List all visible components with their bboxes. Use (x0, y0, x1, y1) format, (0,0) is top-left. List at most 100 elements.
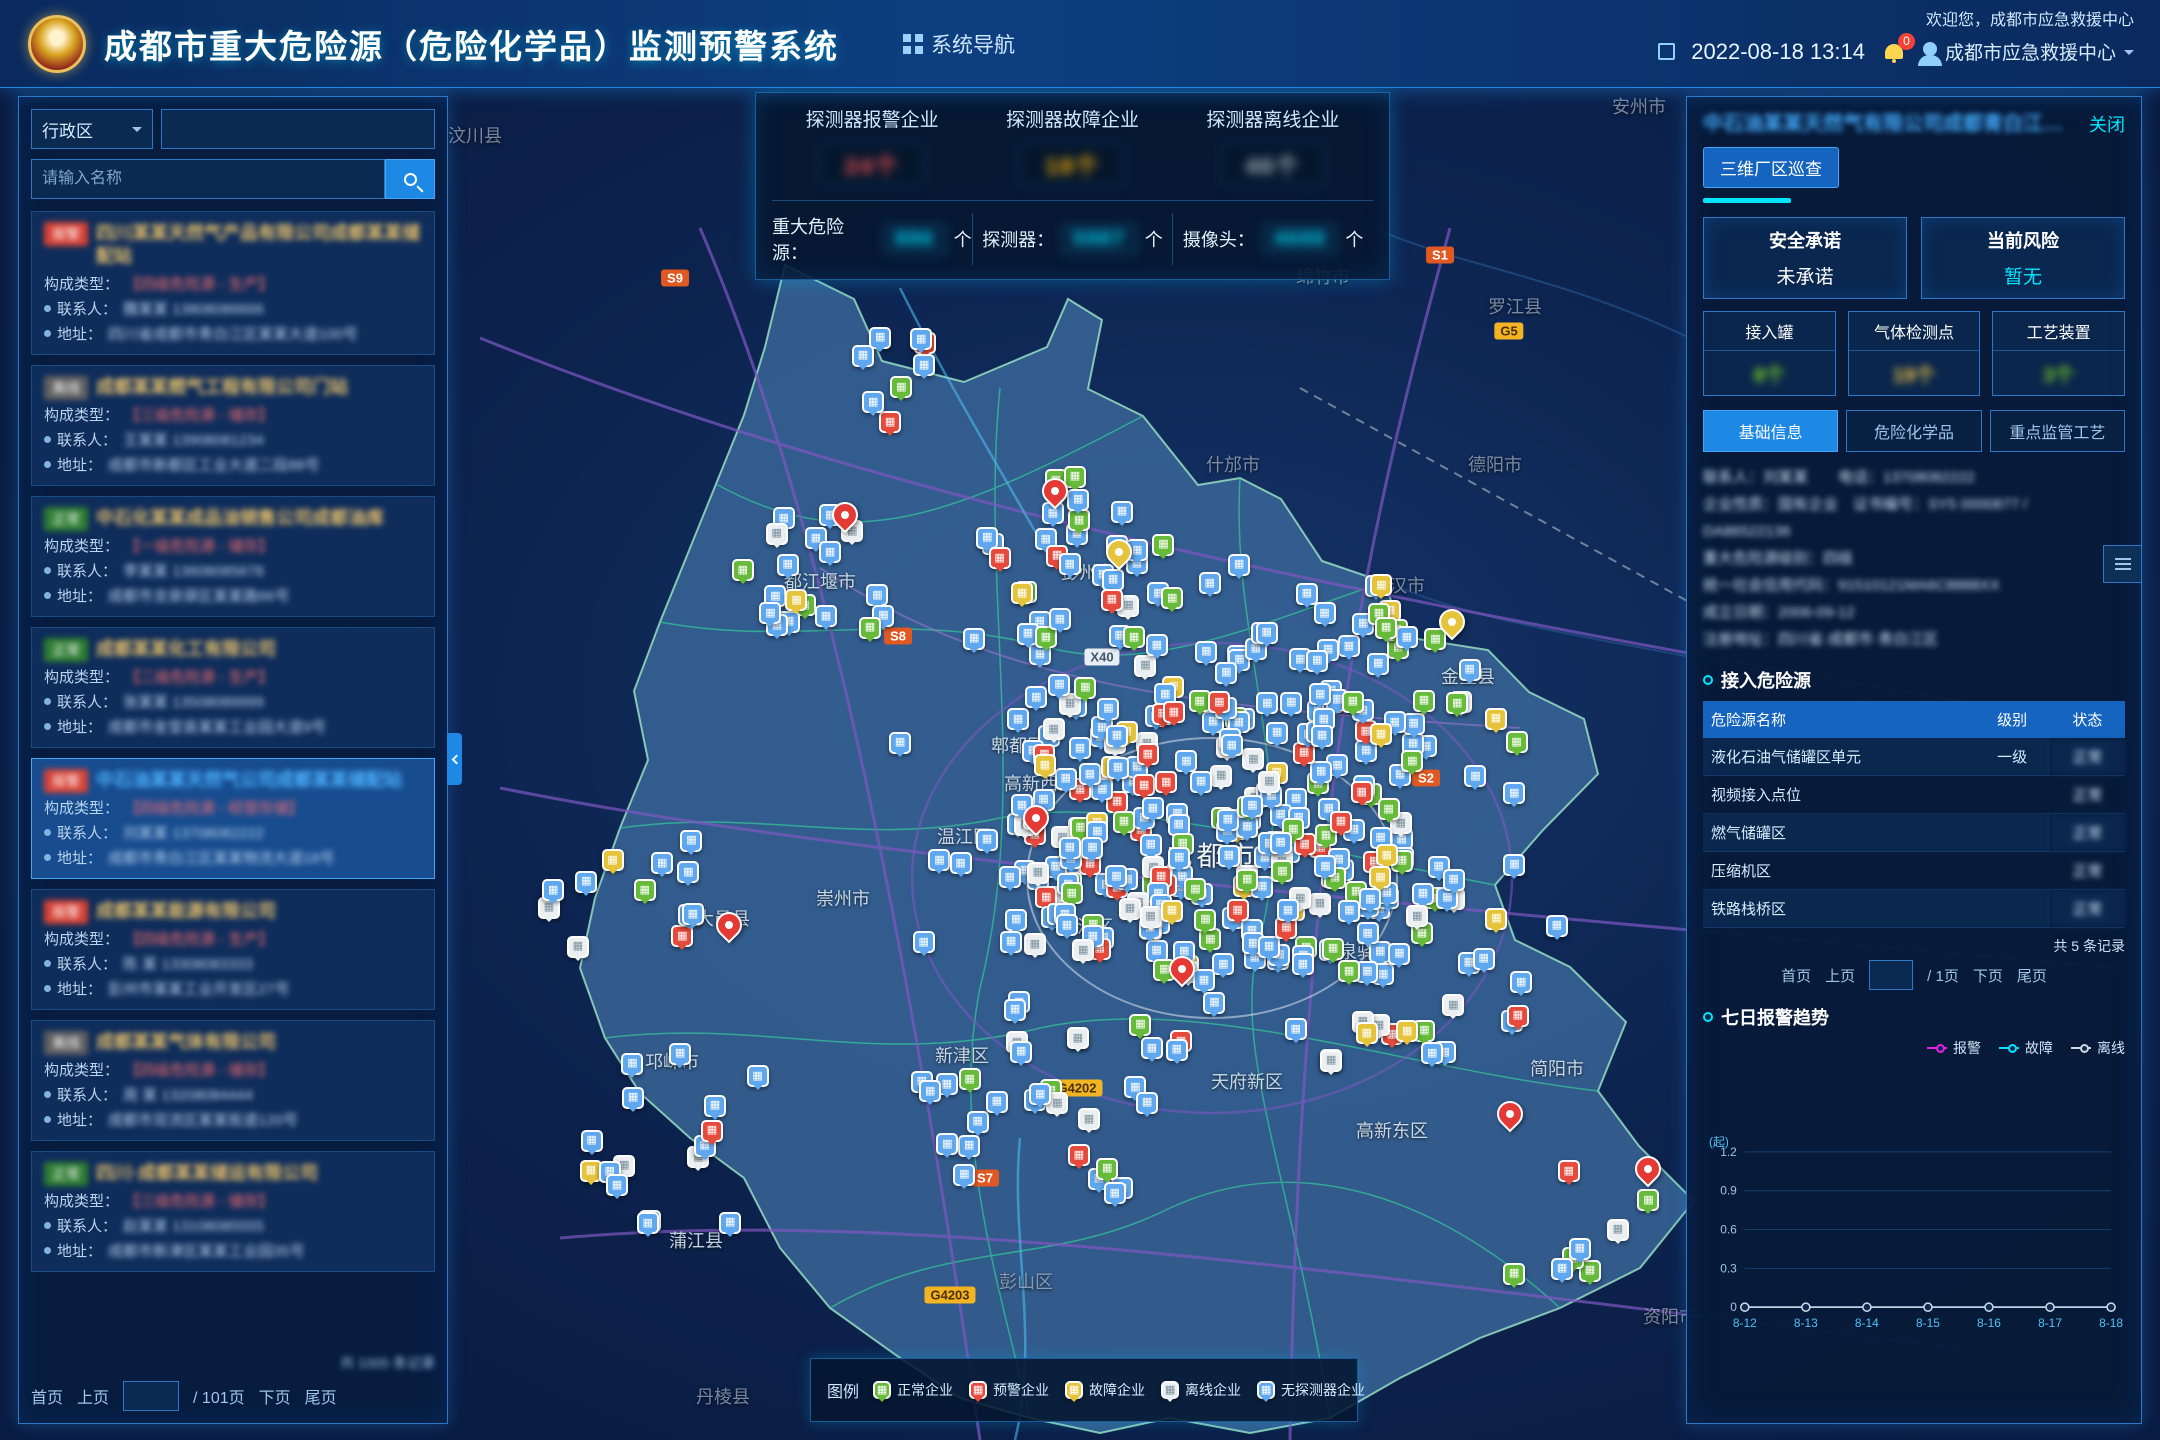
map-marker-red[interactable]: ▦ (1507, 1005, 1529, 1027)
map-marker-blue[interactable]: ▦ (669, 1043, 691, 1065)
map-marker-blue[interactable]: ▦ (1258, 936, 1280, 958)
map-marker-blue[interactable]: ▦ (919, 1080, 941, 1102)
trend-legend-item[interactable]: 报警 (1927, 1038, 1981, 1058)
map-marker-blue[interactable]: ▦ (1048, 674, 1070, 696)
map-marker-green[interactable]: ▦ (959, 1068, 981, 1090)
3d-tour-button[interactable]: 三维厂区巡查 (1703, 147, 1839, 188)
map-marker-blue[interactable]: ▦ (1270, 832, 1292, 854)
map-marker-blue[interactable]: ▦ (1010, 1041, 1032, 1063)
company-list-item[interactable]: 报警 四川某某天然气产品有限公司成都某某储配站 构成类型： 【四级危险源 - 生… (31, 211, 435, 355)
next-page-link[interactable]: 下页 (1973, 965, 2003, 986)
map-marker-green[interactable]: ▦ (1446, 692, 1468, 714)
map-marker-blue[interactable]: ▦ (1256, 692, 1278, 714)
map-alert-pin-red[interactable] (711, 907, 748, 944)
map-marker-blue[interactable]: ▦ (1221, 734, 1243, 756)
map-marker-gray[interactable]: ▦ (1607, 1219, 1629, 1241)
map-marker-gray[interactable]: ▦ (1067, 1027, 1089, 1049)
map-marker-blue[interactable]: ▦ (1314, 602, 1336, 624)
map-alert-pin-red[interactable] (1492, 1096, 1529, 1133)
map-marker-green[interactable]: ▦ (1375, 617, 1397, 639)
map-marker-blue[interactable]: ▦ (950, 852, 972, 874)
map-marker-yellow[interactable]: ▦ (1376, 844, 1398, 866)
map-marker-blue[interactable]: ▦ (1111, 501, 1133, 523)
map-marker-red[interactable]: ▦ (1137, 743, 1159, 765)
map-marker-gray[interactable]: ▦ (1442, 994, 1464, 1016)
map-marker-blue[interactable]: ▦ (1105, 865, 1127, 887)
map-marker-blue[interactable]: ▦ (953, 1164, 975, 1186)
map-marker-blue[interactable]: ▦ (1314, 855, 1336, 877)
hazard-table-row[interactable]: 压缩机区正常 (1703, 852, 2125, 890)
map-marker-blue[interactable]: ▦ (1106, 725, 1128, 747)
notification-bell-button[interactable]: 0 (1885, 44, 1903, 59)
map-marker-green[interactable]: ▦ (859, 617, 881, 639)
map-marker-blue[interactable]: ▦ (976, 527, 998, 549)
last-page-link[interactable]: 尾页 (2017, 965, 2047, 986)
map-marker-green[interactable]: ▦ (1378, 798, 1400, 820)
map-marker-blue[interactable]: ▦ (1059, 837, 1081, 859)
map-marker-yellow[interactable]: ▦ (1034, 754, 1056, 776)
map-marker-blue[interactable]: ▦ (1140, 834, 1162, 856)
map-marker-gray[interactable]: ▦ (1027, 862, 1049, 884)
map-marker-blue[interactable]: ▦ (1102, 569, 1124, 591)
trend-legend-item[interactable]: 故障 (1999, 1038, 2053, 1058)
map-marker-blue[interactable]: ▦ (936, 1133, 958, 1155)
map-marker-green[interactable]: ▦ (634, 879, 656, 901)
map-marker-blue[interactable]: ▦ (1443, 869, 1465, 891)
tab-basic-info[interactable]: 基础信息 (1703, 410, 1838, 452)
map-marker-blue[interactable]: ▦ (1338, 635, 1360, 657)
map-marker-gray[interactable]: ▦ (1258, 771, 1280, 793)
map-marker-blue[interactable]: ▦ (967, 1111, 989, 1133)
map-marker-blue[interactable]: ▦ (1277, 899, 1299, 921)
map-marker-blue[interactable]: ▦ (1136, 1092, 1158, 1114)
map-marker-red[interactable]: ▦ (1227, 899, 1249, 921)
map-marker-blue[interactable]: ▦ (622, 1087, 644, 1109)
map-marker-blue[interactable]: ▦ (1551, 1258, 1573, 1280)
tab-hazardous-chemicals[interactable]: 危险化学品 (1846, 410, 1981, 452)
map-marker-blue[interactable]: ▦ (1218, 845, 1240, 867)
map-marker-blue[interactable]: ▦ (1005, 909, 1027, 931)
map-marker-blue[interactable]: ▦ (704, 1095, 726, 1117)
org-menu[interactable]: 成都市应急救援中心 (1923, 38, 2134, 65)
map-marker-yellow[interactable]: ▦ (1485, 908, 1507, 930)
map-alert-pin-red[interactable] (1630, 1151, 1667, 1188)
map-marker-blue[interactable]: ▦ (1412, 883, 1434, 905)
map-marker-blue[interactable]: ▦ (1459, 659, 1481, 681)
map-marker-green[interactable]: ▦ (890, 376, 912, 398)
map-marker-blue[interactable]: ▦ (1367, 653, 1389, 675)
map-marker-blue[interactable]: ▦ (1241, 795, 1263, 817)
map-marker-yellow[interactable]: ▦ (1369, 866, 1391, 888)
map-marker-red[interactable]: ▦ (1558, 1160, 1580, 1182)
map-marker-yellow[interactable]: ▦ (1011, 582, 1033, 604)
map-marker-blue[interactable]: ▦ (1055, 768, 1077, 790)
map-marker-blue[interactable]: ▦ (1146, 634, 1168, 656)
map-marker-gray[interactable]: ▦ (1309, 893, 1331, 915)
first-page-link[interactable]: 首页 (1781, 965, 1811, 986)
map-marker-gray[interactable]: ▦ (1119, 898, 1141, 920)
map-marker-gray[interactable]: ▦ (1242, 748, 1264, 770)
map-marker-blue[interactable]: ▦ (621, 1053, 643, 1075)
map-marker-gray[interactable]: ▦ (1043, 718, 1065, 740)
map-marker-yellow[interactable]: ▦ (1396, 1020, 1418, 1042)
map-marker-blue[interactable]: ▦ (1256, 622, 1278, 644)
map-marker-gray[interactable]: ▦ (1406, 905, 1428, 927)
sidebar-collapse-button[interactable] (447, 733, 462, 785)
map-marker-yellow[interactable]: ▦ (1485, 708, 1507, 730)
map-marker-blue[interactable]: ▦ (680, 830, 702, 852)
map-marker-blue[interactable]: ▦ (976, 829, 998, 851)
map-marker-green[interactable]: ▦ (1401, 750, 1423, 772)
hazard-table-row[interactable]: 液化石油气储罐区单元一级正常 (1703, 738, 2125, 776)
map-marker-blue[interactable]: ▦ (651, 852, 673, 874)
map-marker-blue[interactable]: ▦ (1212, 953, 1234, 975)
map-marker-blue[interactable]: ▦ (1228, 554, 1250, 576)
district-select[interactable]: 行政区 (31, 109, 153, 149)
map-marker-blue[interactable]: ▦ (1000, 931, 1022, 953)
map-marker-red[interactable]: ▦ (1068, 1144, 1090, 1166)
map-marker-green[interactable]: ▦ (1064, 466, 1086, 488)
map-marker-blue[interactable]: ▦ (1280, 692, 1302, 714)
map-marker-green[interactable]: ▦ (1074, 677, 1096, 699)
map-marker-blue[interactable]: ▦ (1217, 809, 1239, 831)
map-marker-blue[interactable]: ▦ (1306, 650, 1328, 672)
map-marker-blue[interactable]: ▦ (1203, 992, 1225, 1014)
first-page-link[interactable]: 首页 (31, 1384, 63, 1408)
map-marker-blue[interactable]: ▦ (1266, 722, 1288, 744)
